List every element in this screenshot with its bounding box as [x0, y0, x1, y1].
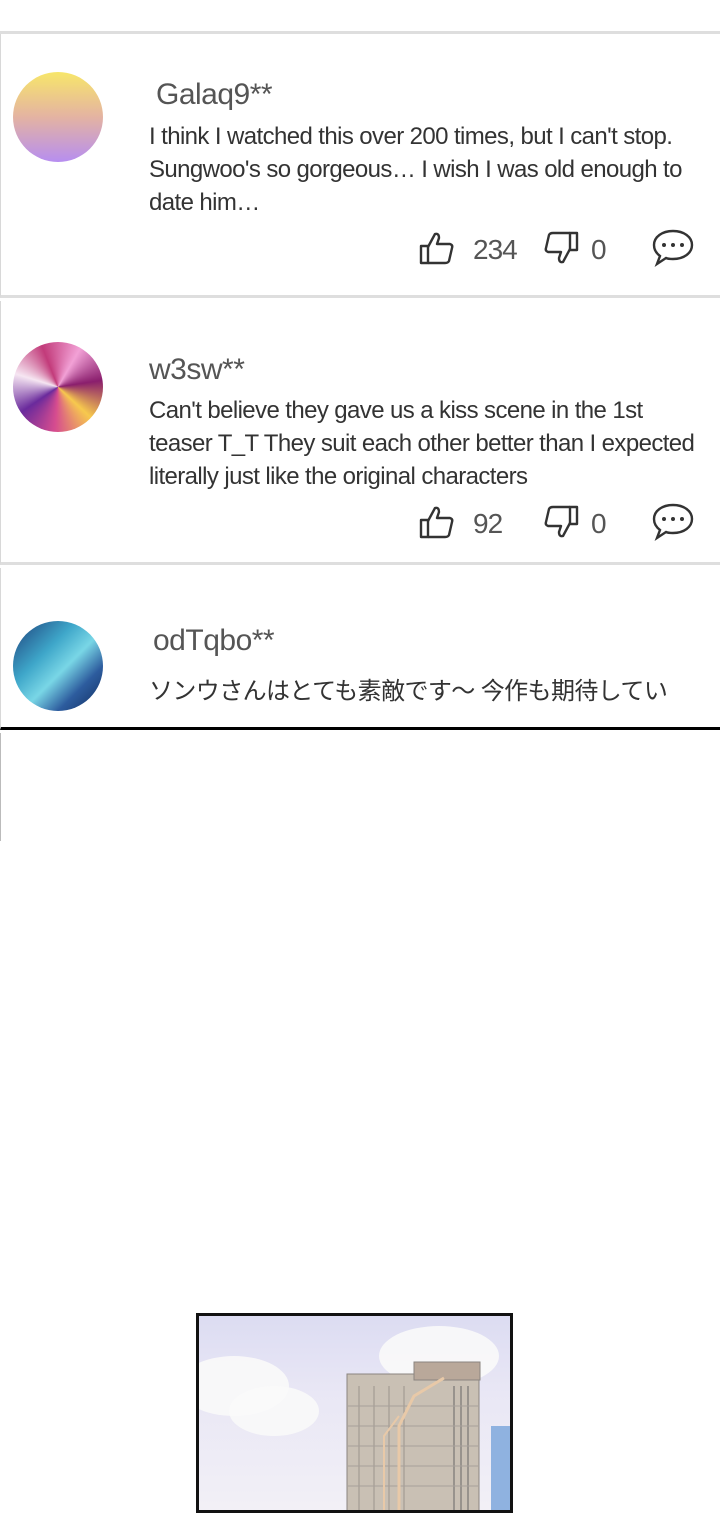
dislike-count: 0 [591, 234, 607, 265]
thumbs-up-icon[interactable] [419, 230, 455, 271]
dislike-count: 0 [591, 508, 607, 539]
speech-bubble-icon[interactable] [651, 228, 695, 273]
comment-text: I think I watched this over 200 times, b… [149, 123, 682, 216]
comment-username[interactable]: w3sw** [149, 353, 245, 387]
comment-username[interactable]: odTqbo** [153, 624, 275, 658]
like-count: 92 [473, 508, 503, 539]
thumbs-down-icon[interactable] [543, 230, 579, 271]
comment-text: Can't believe they gave us a kiss scene … [149, 397, 695, 490]
comment-text: ソンウさんはとても素敵です～ 今作も期待してい [149, 678, 668, 705]
speech-bubble-icon[interactable] [651, 502, 695, 547]
comment-actions: 92 0 [419, 502, 695, 547]
thumbs-down-icon[interactable] [543, 504, 579, 545]
comment-card: w3sw** Can't believe they gave us a kiss… [0, 301, 720, 565]
like-count: 234 [473, 234, 518, 265]
avatar[interactable] [13, 72, 103, 162]
building-illustration [346, 1361, 510, 1510]
avatar[interactable] [13, 342, 103, 432]
comment-card: odTqbo** ソンウさんはとても素敵です～ 今作も期待してい [0, 568, 720, 730]
avatar[interactable] [13, 621, 103, 711]
comment-card: Galaq9** I think I watched this over 200… [0, 34, 720, 298]
comment-actions: 234 0 [419, 228, 695, 273]
previous-comment-edge [0, 0, 720, 34]
panel-left-edge [0, 733, 1, 841]
comment-username[interactable]: Galaq9** [156, 78, 273, 112]
illustration-panel [196, 1313, 513, 1513]
thumbs-up-icon[interactable] [419, 504, 455, 545]
